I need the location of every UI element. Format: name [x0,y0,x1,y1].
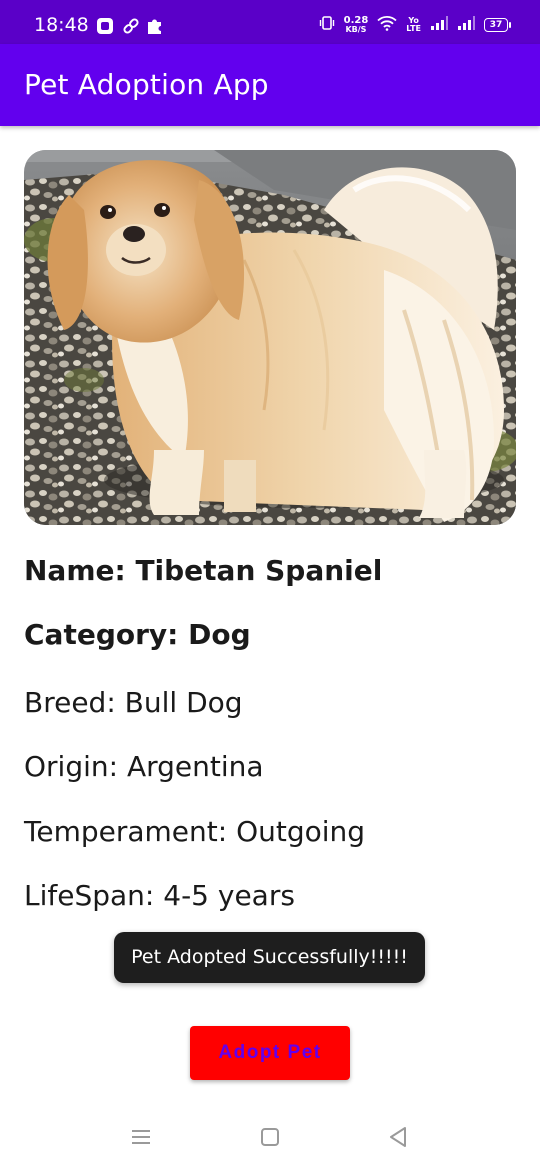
adopt-pet-button[interactable]: Adopt Pet [190,1026,350,1080]
vibrate-icon [319,15,335,36]
battery-icon: 37 [484,18,511,32]
menu-icon[interactable] [128,1124,154,1150]
back-triangle-icon[interactable] [385,1124,411,1150]
status-bar: 18:48 0.28 KB/S Yo LTE 37 [0,0,540,44]
link-icon [122,17,140,35]
home-square-icon[interactable] [257,1124,283,1150]
puzzle-icon [146,17,164,35]
signal-icon [457,15,475,35]
pet-image [24,150,516,525]
app-title: Pet Adoption App [24,68,269,101]
pet-breed: Breed: Bull Dog [24,686,243,719]
app-bar: Pet Adoption App [0,44,540,126]
pet-origin: Origin: Argentina [24,750,264,783]
pet-temperament: Temperament: Outgoing [24,815,366,848]
pet-category: Category: Dog [24,618,251,651]
pet-lifespan: LifeSpan: 4-5 years [24,879,295,912]
net-speed-value: 0.28 [343,15,369,26]
toast-message: Pet Adopted Successfully!!!!! [114,932,425,983]
navigation-bar [0,1104,540,1170]
app-notification-icon [96,17,114,35]
net-speed-unit: KB/S [345,25,367,34]
wifi-icon [377,15,397,36]
screen: 18:48 0.28 KB/S Yo LTE 37 Pet Adoption A… [0,0,540,1170]
volte-indicator: Yo LTE [406,17,421,33]
net-speed: 0.28 KB/S [343,15,369,35]
status-time: 18:48 [34,14,89,36]
pet-name: Name: Tibetan Spaniel [24,554,383,587]
volte-bottom: LTE [406,24,421,33]
status-right-group: 0.28 KB/S Yo LTE 37 [319,14,511,36]
signal-icon [430,15,448,35]
